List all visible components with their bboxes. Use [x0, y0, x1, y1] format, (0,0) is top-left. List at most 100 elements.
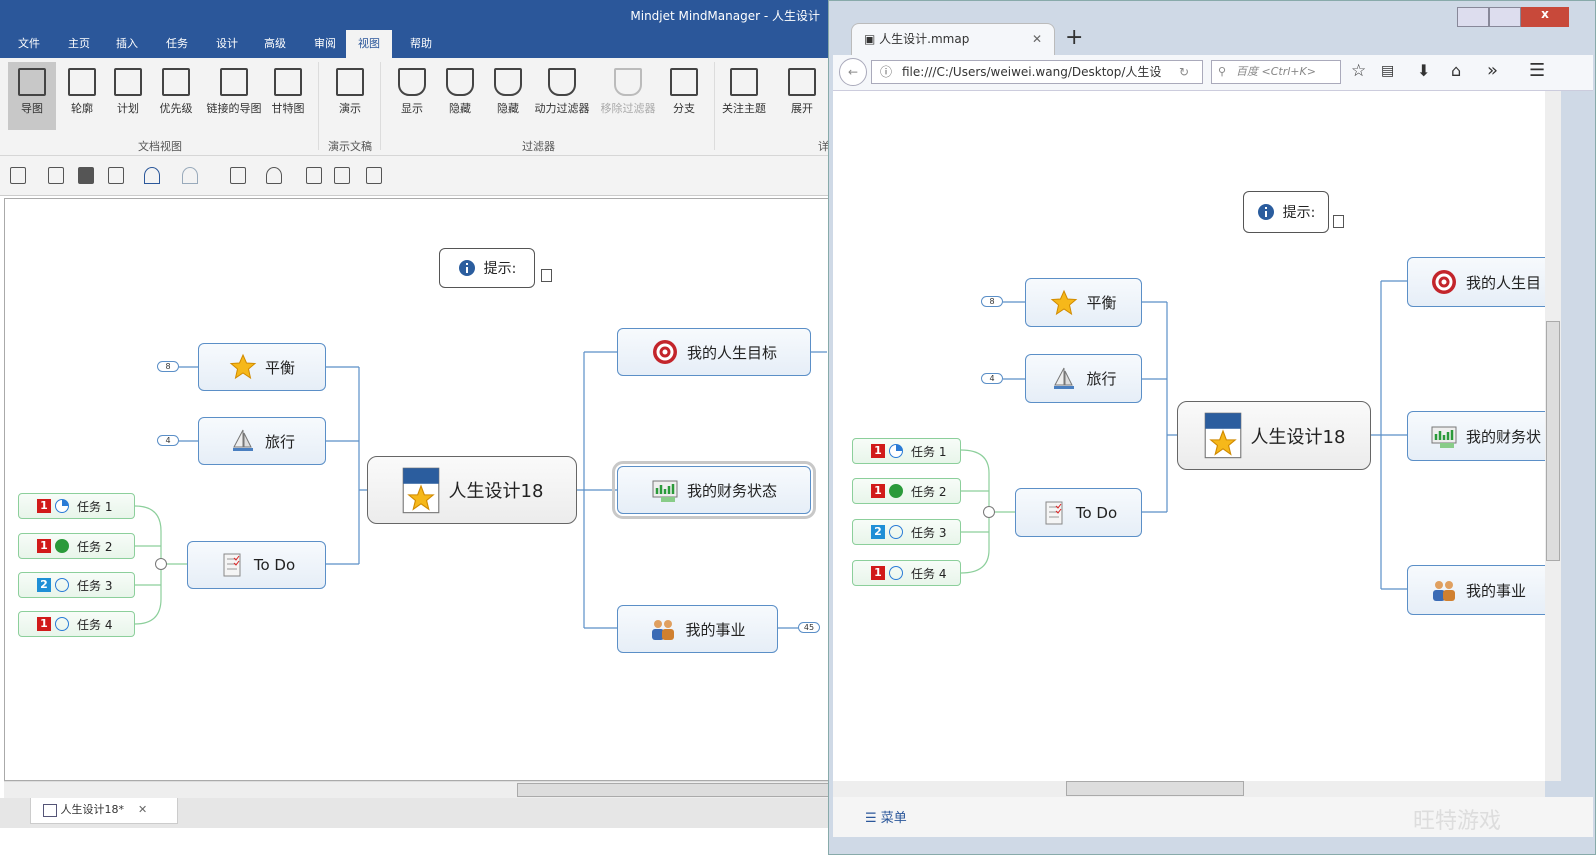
task-topic[interactable]: 1 任务 1 [18, 493, 135, 519]
ribbon-button-7[interactable]: 显示 [388, 62, 436, 130]
structure-icon[interactable] [366, 167, 382, 184]
note-icon[interactable] [541, 269, 552, 282]
maximize-button[interactable] [1489, 7, 1521, 27]
vertical-scrollbar[interactable] [1545, 91, 1561, 781]
ribbon-button-4[interactable]: 链接的导图 [202, 62, 266, 130]
undo-icon[interactable] [144, 167, 160, 184]
back-button[interactable]: ← [839, 58, 867, 86]
scrollbar-thumb[interactable] [1546, 321, 1560, 561]
ribbon-button-10[interactable]: 动力过滤器 [532, 62, 592, 130]
collapse-toggle[interactable] [983, 506, 995, 518]
close-icon[interactable]: ✕ [138, 803, 147, 816]
ribbon-button-13[interactable]: 关注主题 [720, 62, 768, 130]
hamburger-menu-icon[interactable]: ☰ [1529, 60, 1545, 81]
tab-4[interactable]: 设计 [208, 30, 246, 58]
document-tabs: 人生设计18* ✕ [0, 798, 840, 828]
topic-label: 提示: [483, 261, 517, 277]
ribbon-button-2[interactable]: 计划 [104, 62, 152, 130]
document-icon[interactable] [306, 167, 322, 184]
new-icon[interactable] [10, 167, 26, 184]
main-topic[interactable]: 平衡 [198, 343, 326, 391]
tab-2[interactable]: 插入 [108, 30, 146, 58]
bell-icon[interactable] [266, 167, 282, 184]
scrollbar-thumb[interactable] [1066, 781, 1244, 796]
search-input[interactable]: ⚲ 百度 <Ctrl+K> [1211, 60, 1341, 84]
central-topic[interactable]: 人生设计18 [1177, 401, 1371, 470]
tab-3[interactable]: 任务 [158, 30, 196, 58]
ribbon-button-0[interactable]: 导图 [8, 62, 56, 130]
main-topic[interactable]: 我的财务状态 [612, 461, 816, 519]
main-topic[interactable]: 旅行 [198, 417, 326, 465]
collapse-toggle[interactable] [155, 558, 167, 570]
reading-list-icon[interactable]: ▤ [1381, 63, 1394, 79]
hint-topic[interactable]: 提示: [1243, 191, 1329, 233]
open-icon[interactable] [48, 167, 64, 184]
main-topic[interactable]: 我的人生目标 [617, 328, 811, 376]
ribbon-button-9[interactable]: 隐藏 [484, 62, 532, 130]
topic-count-badge[interactable]: 4 [981, 373, 1003, 384]
task-topic[interactable]: 2 任务 3 [852, 519, 961, 545]
reload-icon[interactable]: ↻ [1179, 65, 1189, 79]
map-canvas[interactable]: 提示: 人生设计18 平衡 8 旅行 4 To Do 1 任务 1 1 任务 2 2 任务 3 1 任务 4… [4, 198, 830, 781]
main-topic[interactable]: 平衡 [1025, 278, 1142, 327]
task-topic[interactable]: 2 任务 3 [18, 572, 135, 598]
ribbon-button-12[interactable]: 分支 [660, 62, 708, 130]
tab-0[interactable]: 文件 [10, 30, 48, 58]
browser-map-canvas[interactable]: 提示: 人生设计18 平衡 8 旅行 4 To Do 1 任务 1 1 任务 2 2 任务 3 1 任务 4… [833, 91, 1545, 781]
task-topic[interactable]: 1 任务 1 [852, 438, 961, 464]
download-icon[interactable]: ⬇ [1417, 61, 1430, 80]
topic-label: To Do [253, 556, 296, 574]
help-icon[interactable] [230, 167, 246, 184]
ribbon-button-6[interactable]: 演示 [326, 62, 374, 130]
topic-count-badge[interactable]: 8 [157, 361, 179, 372]
topic-count-badge[interactable]: 8 [981, 296, 1003, 307]
overflow-icon[interactable]: » [1487, 60, 1498, 81]
tab-8[interactable]: 帮助 [402, 30, 440, 58]
redo-icon[interactable] [182, 167, 198, 184]
main-topic[interactable]: 我的财务状 [1407, 411, 1545, 461]
tab-close-icon[interactable]: ✕ [1032, 24, 1042, 54]
document-tab[interactable]: 人生设计18* ✕ [30, 798, 178, 824]
tab-5[interactable]: 高级 [256, 30, 294, 58]
topic-count-badge[interactable]: 45 [798, 622, 820, 633]
tab-1[interactable]: 主页 [60, 30, 98, 58]
tab-7[interactable]: 视图 [346, 30, 392, 58]
ribbon-button-5[interactable]: 甘特图 [264, 62, 312, 130]
menu-button[interactable]: ☰ 菜单 [865, 807, 907, 826]
main-topic[interactable]: 旅行 [1025, 354, 1142, 403]
browser-tab[interactable]: ▣ 人生设计.mmap ✕ [851, 23, 1055, 55]
ribbon-button-14[interactable]: 展开 [778, 62, 826, 130]
print-icon[interactable] [108, 167, 124, 184]
note-icon[interactable] [1333, 215, 1344, 228]
ribbon-button-11[interactable]: 移除过滤器 [598, 62, 658, 130]
task-topic[interactable]: 1 任务 4 [852, 560, 961, 586]
minimize-button[interactable] [1457, 7, 1489, 27]
topic-label: 我的人生目 [1466, 273, 1542, 292]
main-topic[interactable]: 我的人生目 [1407, 257, 1545, 307]
close-window-button[interactable]: x [1521, 7, 1569, 27]
main-topic[interactable]: 我的事业 [617, 605, 778, 653]
preview-icon[interactable] [334, 167, 350, 184]
horizontal-scrollbar[interactable] [4, 781, 830, 798]
main-topic-todo[interactable]: To Do [187, 541, 326, 589]
ribbon-button-8[interactable]: 隐藏 [436, 62, 484, 130]
home-icon[interactable]: ⌂ [1451, 61, 1461, 80]
ribbon-button-1[interactable]: 轮廓 [58, 62, 106, 130]
tab-6[interactable]: 审阅 [306, 30, 344, 58]
scrollbar-thumb[interactable] [517, 783, 830, 797]
map-view-icon [18, 68, 46, 96]
main-topic-todo[interactable]: To Do [1015, 488, 1142, 537]
topic-count-badge[interactable]: 4 [157, 435, 179, 446]
ribbon-button-3[interactable]: 优先级 [152, 62, 200, 130]
task-topic[interactable]: 1 任务 2 [18, 533, 135, 559]
task-topic[interactable]: 1 任务 4 [18, 611, 135, 637]
address-bar[interactable]: ⓘ file:///C:/Users/weiwei.wang/Desktop/人生… [871, 60, 1203, 84]
new-tab-button[interactable]: + [1065, 25, 1083, 50]
task-topic[interactable]: 1 任务 2 [852, 478, 961, 504]
central-topic[interactable]: 人生设计18 [367, 456, 577, 524]
hint-topic[interactable]: 提示: [439, 248, 535, 288]
main-topic[interactable]: 我的事业 [1407, 565, 1545, 615]
save-icon[interactable] [78, 167, 94, 184]
bookmark-star-icon[interactable]: ☆ [1351, 61, 1366, 81]
horizontal-scrollbar[interactable] [833, 781, 1545, 797]
